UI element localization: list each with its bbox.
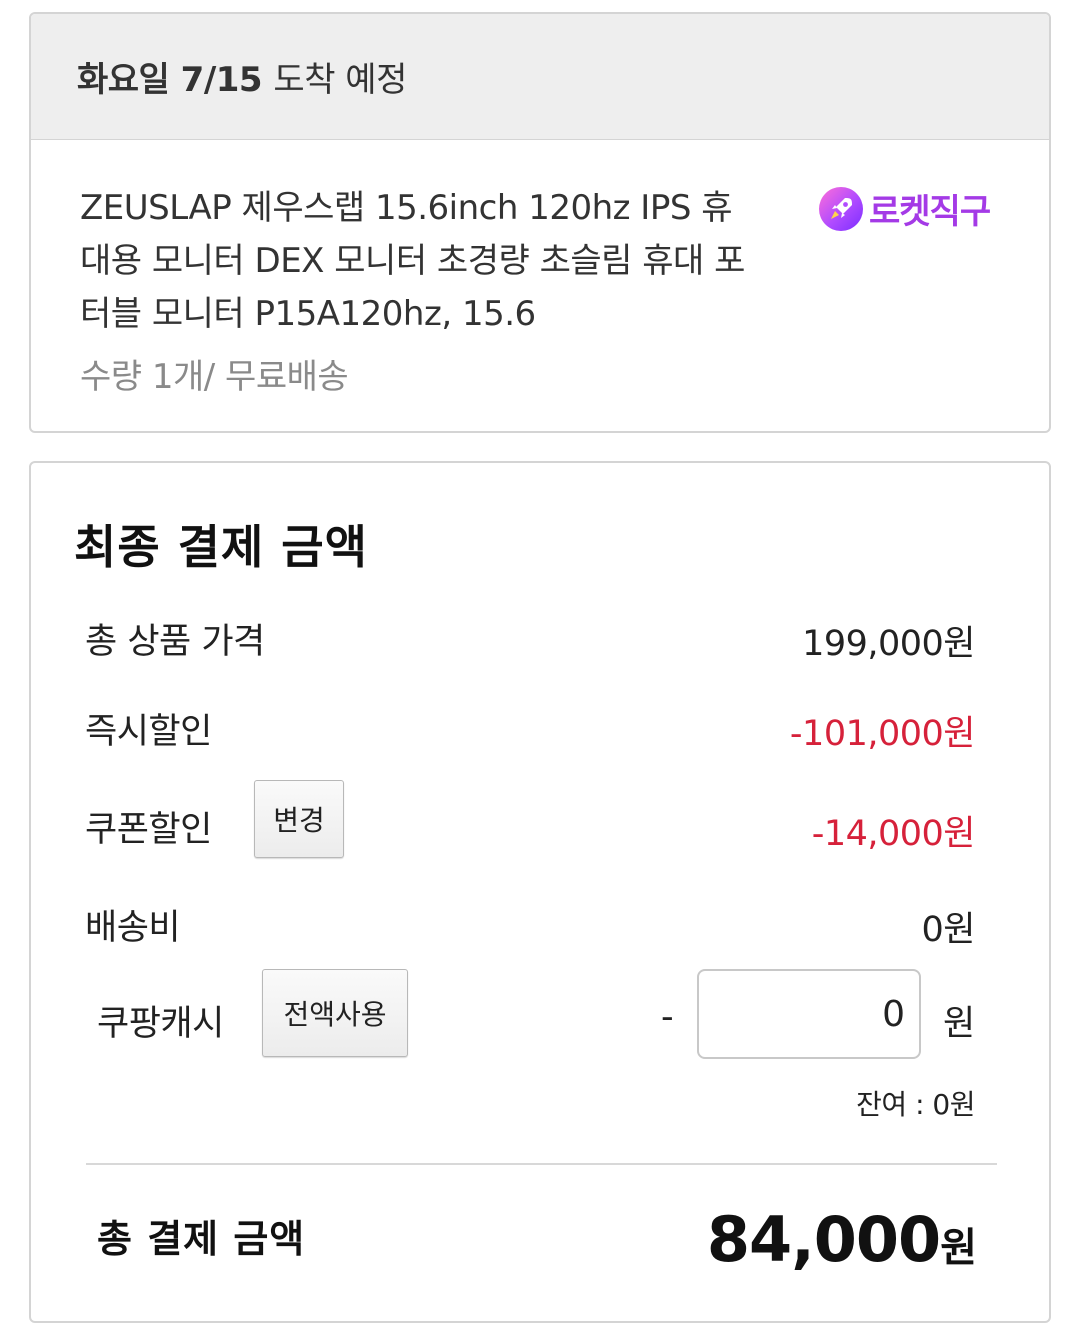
rocket-direct-label: 로켓직구 — [869, 192, 991, 232]
instant-discount-value: -101,000원 — [789, 714, 976, 754]
total-payment-amount: 84,000 — [706, 1203, 941, 1276]
payment-title: 최종 결제 금액 — [74, 520, 368, 574]
cash-balance: 잔여 : 0원 — [856, 1088, 975, 1121]
total-payment-value: 84,000 원 — [707, 1203, 977, 1276]
cash-minus-sign: - — [661, 997, 674, 1037]
divider — [86, 1163, 997, 1165]
shipping-fee-label: 배송비 — [85, 908, 181, 948]
rocket-icon — [819, 186, 863, 231]
coupon-discount-value: -14,000원 — [811, 814, 976, 854]
total-payment-label: 총 결제 금액 — [97, 1217, 306, 1261]
delivery-date-bold: 화요일 7/15 — [77, 60, 263, 100]
subtotal-label: 총 상품 가격 — [85, 622, 265, 662]
payment-summary-card: 최종 결제 금액 총 상품 가격 199,000원 즉시할인 -101,000원… — [29, 461, 1051, 1323]
instant-discount-label: 즉시할인 — [85, 712, 212, 752]
product-title[interactable]: ZEUSLAP 제우스랩 15.6inch 120hz IPS 휴대용 모니터 … — [80, 182, 760, 341]
delivery-card: 화요일 7/15 도착 예정 ZEUSLAP 제우스랩 15.6inch 120… — [29, 12, 1051, 433]
delivery-date-rest: 도착 예정 — [273, 60, 407, 100]
coupang-cash-label: 쿠팡캐시 — [97, 1004, 224, 1044]
product-meta: 수량 1개/ 무료배송 — [80, 357, 349, 397]
subtotal-value: 199,000원 — [802, 624, 975, 664]
coupon-discount-label: 쿠폰할인 — [85, 810, 212, 850]
delivery-header: 화요일 7/15 도착 예정 — [31, 14, 1049, 140]
total-payment-unit: 원 — [940, 1225, 977, 1271]
delivery-date: 화요일 7/15 도착 예정 — [77, 52, 407, 101]
rocket-direct-badge: 로켓직구 — [819, 184, 991, 233]
cash-unit: 원 — [943, 1004, 975, 1044]
coupon-change-button[interactable]: 변경 — [254, 780, 344, 858]
shipping-fee-value: 0원 — [921, 910, 976, 950]
use-all-cash-button[interactable]: 전액사용 — [262, 969, 408, 1057]
cash-amount-input[interactable] — [697, 969, 921, 1059]
